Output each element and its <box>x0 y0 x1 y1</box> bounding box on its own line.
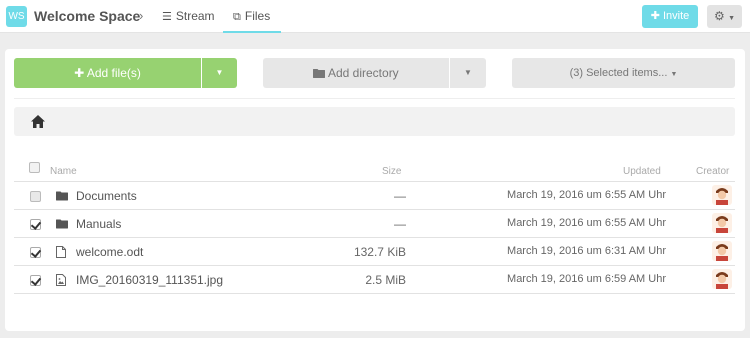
plus-icon: ✚ <box>650 10 660 22</box>
file-icon <box>56 246 66 258</box>
creator-avatar[interactable] <box>712 241 732 261</box>
add-directory-dropdown-button[interactable]: ▼ <box>450 58 486 88</box>
file-name-link[interactable]: IMG_20160319_111351.jpg <box>76 273 223 287</box>
file-size: 2.5 MiB <box>365 273 406 287</box>
file-size: 132.7 KiB <box>353 245 406 259</box>
invite-label: Invite <box>662 10 690 22</box>
table-row[interactable]: Manuals — March 19, 2016 um 6:55 AM Uhr <box>14 209 735 237</box>
select-all-checkbox[interactable] <box>29 162 40 173</box>
creator-avatar[interactable] <box>712 185 732 205</box>
file-size: — <box>394 189 406 203</box>
invite-button[interactable]: ✚ Invite <box>642 5 698 28</box>
directory-breadcrumb <box>14 107 735 136</box>
breadcrumb-separator: › <box>139 8 144 23</box>
creator-avatar[interactable] <box>712 213 732 233</box>
file-updated: March 19, 2016 um 6:55 AM Uhr <box>507 217 666 229</box>
add-directory-label: Add directory <box>327 66 399 80</box>
list-icon: ☰ <box>162 11 172 23</box>
row-checkbox[interactable] <box>30 191 41 202</box>
file-name-link[interactable]: Documents <box>76 189 137 203</box>
selected-items-label: (3) Selected items... <box>569 67 668 79</box>
creator-avatar[interactable] <box>712 269 732 289</box>
tab-files[interactable]: ⧉ Files <box>223 0 281 33</box>
row-checkbox[interactable] <box>30 275 41 286</box>
add-directory-button[interactable]: Add directory <box>263 58 449 88</box>
folder-icon <box>56 191 68 201</box>
file-updated: March 19, 2016 um 6:55 AM Uhr <box>507 189 666 201</box>
caret-down-icon: ▼ <box>728 15 736 22</box>
tab-stream-label: Stream <box>175 9 215 23</box>
row-checkbox[interactable] <box>30 247 41 258</box>
folder-icon <box>313 66 328 80</box>
gear-icon: ⚙ <box>713 9 725 23</box>
row-checkbox[interactable] <box>30 219 41 230</box>
home-icon[interactable] <box>31 115 45 128</box>
column-header-updated[interactable]: Updated <box>623 166 661 177</box>
caret-down-icon: ▼ <box>215 68 224 77</box>
tab-stream[interactable]: ☰ Stream <box>162 9 215 23</box>
caret-down-icon: ▼ <box>670 71 678 78</box>
table-row[interactable]: IMG_20160319_111351.jpg 2.5 MiB March 19… <box>14 265 735 293</box>
settings-button[interactable]: ⚙ ▼ <box>707 5 742 28</box>
file-size: — <box>394 217 406 231</box>
space-title[interactable]: Welcome Space <box>34 8 140 24</box>
table-row[interactable]: Documents — March 19, 2016 um 6:55 AM Uh… <box>14 181 735 209</box>
space-avatar[interactable]: WS <box>6 6 27 27</box>
selected-items-dropdown[interactable]: (3) Selected items... ▼ <box>512 58 735 88</box>
add-files-button[interactable]: ✚ Add file(s) <box>14 58 201 88</box>
add-files-dropdown-button[interactable]: ▼ <box>202 58 237 88</box>
plus-icon: ✚ <box>74 66 85 80</box>
table-row[interactable]: welcome.odt 132.7 KiB March 19, 2016 um … <box>14 237 735 265</box>
add-files-label: Add file(s) <box>86 66 141 80</box>
file-name-link[interactable]: welcome.odt <box>76 245 143 259</box>
file-name-link[interactable]: Manuals <box>76 217 121 231</box>
tab-files-label: Files <box>244 9 271 23</box>
column-header-creator[interactable]: Creator <box>696 166 729 177</box>
file-updated: March 19, 2016 um 6:31 AM Uhr <box>507 245 666 257</box>
top-bar: WS Welcome Space › ☰ Stream ⧉ Files ✚ Invi… <box>0 0 750 33</box>
file-updated: March 19, 2016 um 6:59 AM Uhr <box>507 273 666 285</box>
files-panel: ✚ Add file(s) ▼ Add directory ▼ (3) Sele… <box>5 49 745 331</box>
image-file-icon <box>56 274 66 286</box>
divider <box>14 98 735 99</box>
caret-down-icon: ▼ <box>464 68 472 77</box>
column-header-name[interactable]: Name <box>50 166 77 177</box>
folder-icon <box>56 219 68 229</box>
files-icon: ⧉ <box>233 11 241 23</box>
table-bottom-border <box>14 293 735 294</box>
column-header-size[interactable]: Size <box>382 166 401 177</box>
